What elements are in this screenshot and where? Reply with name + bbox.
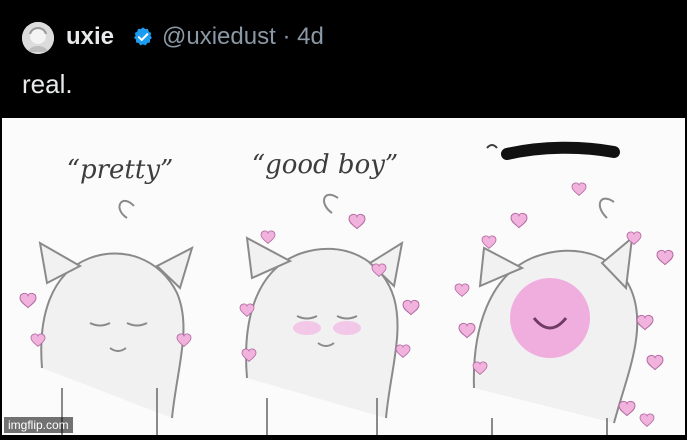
separator: · <box>282 23 291 50</box>
comic-illustration: “pretty” “good boy” <box>2 118 685 435</box>
blush-left <box>293 321 321 335</box>
caption-1: “pretty” <box>67 155 174 185</box>
avatar[interactable] <box>22 22 54 54</box>
blush-face <box>510 278 590 358</box>
tweet-text: real. <box>22 69 73 99</box>
caption-2: “good boy” <box>252 150 398 180</box>
verified-check-icon <box>134 27 152 46</box>
blush-right <box>333 321 361 335</box>
avatar-image <box>22 22 54 54</box>
handle-and-time[interactable]: @uxiedust · 4d <box>162 22 324 52</box>
tweet-media[interactable]: “pretty” “good boy” imgflip.com <box>2 118 685 435</box>
timestamp[interactable]: 4d <box>297 23 324 50</box>
imgflip-watermark: imgflip.com <box>4 417 73 433</box>
author-name[interactable]: uxie <box>66 22 114 52</box>
tweet-header: uxie @uxiedust · 4d real. <box>0 0 687 118</box>
handle[interactable]: @uxiedust <box>162 23 276 50</box>
